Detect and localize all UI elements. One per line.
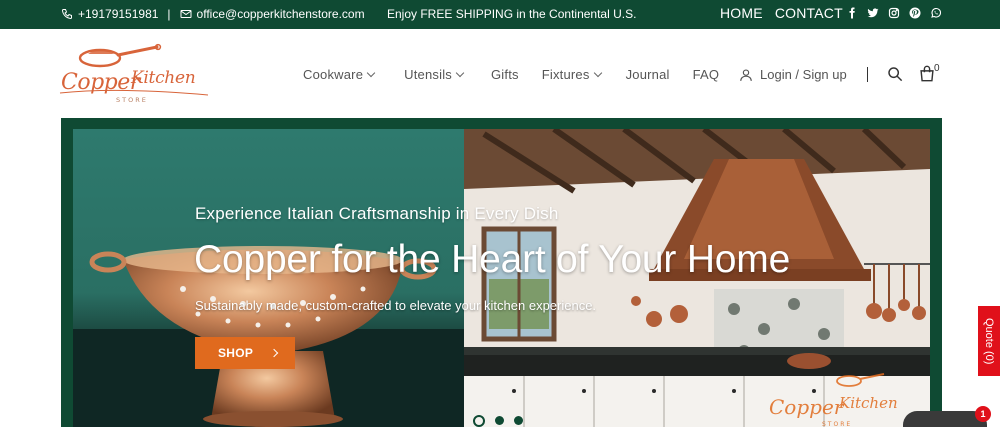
hero-banner: Copper Kitchen STORE Experience Italian … <box>61 118 942 427</box>
nav-item-label: Gifts <box>490 67 519 82</box>
quote-tab-label: Quote (0) <box>983 317 995 365</box>
svg-text:STORE: STORE <box>116 96 148 104</box>
shipping-promo: Enjoy FREE SHIPPING in the Continental U… <box>387 7 637 21</box>
header-divider <box>867 67 868 82</box>
main-nav: Cookware Utensils Gifts Fixtures Journal… <box>303 67 719 82</box>
facebook-icon[interactable] <box>846 7 858 19</box>
top-link-home[interactable]: HOME <box>720 5 763 21</box>
contact-info: +19179151981 | office@copperkitchenstore… <box>61 7 365 21</box>
nav-item-utensils[interactable]: Utensils <box>404 67 465 82</box>
chat-notification-badge: 1 <box>975 406 991 422</box>
svg-text:Copper: Copper <box>769 395 845 419</box>
search-icon[interactable] <box>887 66 903 82</box>
phone-icon <box>61 8 73 20</box>
top-bar: +19179151981 | office@copperkitchenstore… <box>0 0 1000 29</box>
email-address[interactable]: office@copperkitchenstore.com <box>197 7 365 21</box>
nav-item-label: Fixtures <box>541 67 590 82</box>
shop-button[interactable]: SHOP <box>195 337 295 369</box>
social-links <box>846 7 942 19</box>
nav-item-fixtures[interactable]: Fixtures <box>541 67 602 82</box>
copper-kitchen-logo[interactable]: Copper Kitchen STORE <box>58 43 213 107</box>
site-header: Copper Kitchen STORE Cookware Utensils G… <box>0 29 1000 118</box>
slider-pagination <box>473 415 523 427</box>
shop-button-label: SHOP <box>218 346 254 360</box>
twitter-icon[interactable] <box>867 7 879 19</box>
top-link-contact[interactable]: CONTACT <box>775 5 843 21</box>
instagram-icon[interactable] <box>888 7 900 19</box>
nav-item-cookware[interactable]: Cookware <box>303 67 376 82</box>
svg-text:STORE: STORE <box>822 421 852 427</box>
nav-item-journal[interactable]: Journal <box>626 67 670 82</box>
phone-number[interactable]: +19179151981 <box>78 7 158 21</box>
nav-item-label: Journal <box>625 67 670 82</box>
pinterest-icon[interactable] <box>909 7 921 19</box>
slider-dot[interactable] <box>495 416 504 425</box>
user-icon <box>739 68 753 82</box>
hero-subtitle: Sustainably made, custom-crafted to elev… <box>195 298 597 313</box>
svg-text:Kitchen: Kitchen <box>838 394 898 412</box>
cart-icon[interactable] <box>919 65 935 82</box>
top-links: HOME CONTACT <box>720 5 843 21</box>
nav-item-faq[interactable]: FAQ <box>693 67 720 82</box>
slider-dot[interactable] <box>514 416 523 425</box>
mail-icon <box>180 8 192 20</box>
chevron-down-icon <box>366 68 376 78</box>
hero-title: Copper for the Heart of Your Home <box>194 238 791 281</box>
chevron-down-icon <box>593 68 602 78</box>
cart-count-badge: 0 <box>934 63 940 74</box>
login-label: Login / Sign up <box>760 67 847 82</box>
nav-item-label: Utensils <box>404 67 452 82</box>
slider-dot[interactable] <box>473 415 485 427</box>
contact-separator: | <box>167 7 171 21</box>
svg-text:Copper: Copper <box>61 70 142 95</box>
quote-tab[interactable]: Quote (0) <box>978 306 1000 376</box>
whatsapp-icon[interactable] <box>930 7 942 19</box>
nav-item-label: FAQ <box>692 67 720 82</box>
nav-item-gifts[interactable]: Gifts <box>491 67 519 82</box>
chevron-down-icon <box>455 68 465 78</box>
login-link[interactable]: Login / Sign up <box>739 67 847 82</box>
nav-item-label: Cookware <box>303 67 364 82</box>
hero-eyebrow: Experience Italian Craftsmanship in Ever… <box>195 204 559 223</box>
chevron-right-icon <box>269 348 279 358</box>
svg-text:Kitchen: Kitchen <box>130 68 195 88</box>
